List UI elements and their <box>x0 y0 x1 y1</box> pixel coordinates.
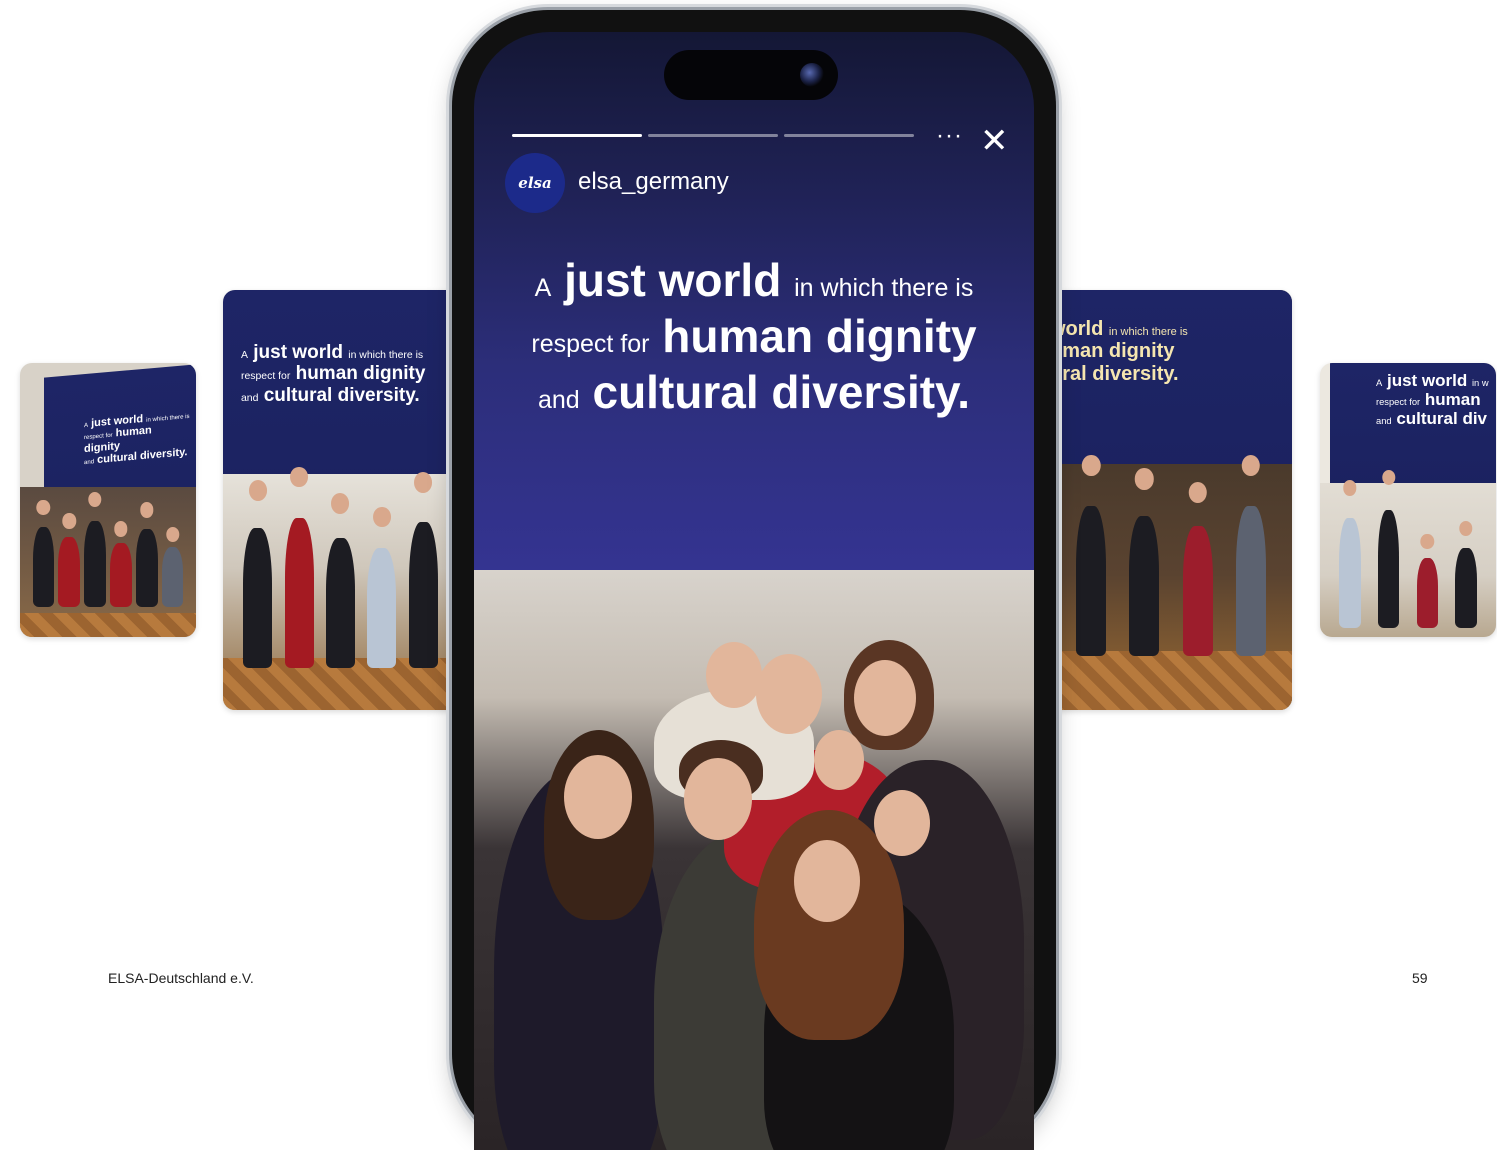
group-people <box>1331 509 1486 628</box>
photo-card-far-left: A just world in which there is respect f… <box>20 363 196 637</box>
phone-mockup: ··· ✕ elsa elsa_germany A just world in … <box>452 10 1056 1150</box>
progress-segment <box>648 134 778 137</box>
group-people <box>237 517 444 668</box>
avatar-logo: elsa <box>518 174 552 192</box>
group-people <box>1065 505 1278 656</box>
parquet-floor <box>1050 650 1292 710</box>
parquet-floor <box>20 613 196 637</box>
slogan-wall: A just world in w respect for human and … <box>1330 363 1496 491</box>
more-options-icon[interactable]: ··· <box>936 122 963 150</box>
photo-card-far-right: A just world in w respect for human and … <box>1320 363 1496 637</box>
photo-card-left: A just world in which there is respect f… <box>223 290 458 710</box>
story-username[interactable]: elsa_germany <box>578 168 729 196</box>
avatar[interactable]: elsa <box>505 153 565 213</box>
group-people <box>474 610 1034 1150</box>
story-group-photo <box>474 570 1034 1150</box>
group-people <box>31 521 186 607</box>
story-headline: A just world in which there is respect f… <box>531 254 977 419</box>
photo-card-right: world in which there is uman dignity ura… <box>1050 290 1292 710</box>
slogan-text: world in which there is uman dignity ura… <box>1050 318 1188 385</box>
slogan-text: A just world in which there is respect f… <box>241 342 426 406</box>
progress-segment <box>784 134 914 137</box>
page-number: 59 <box>1412 970 1428 986</box>
story-screen: ··· ✕ elsa elsa_germany A just world in … <box>474 32 1034 1150</box>
group-photo <box>1320 483 1496 637</box>
slogan-text: A just world in w respect for human and … <box>1376 371 1489 429</box>
dynamic-island <box>664 50 838 100</box>
slogan-text: A just world in which there is respect f… <box>84 412 190 467</box>
group-photo <box>223 474 458 710</box>
group-photo <box>1050 464 1292 710</box>
close-icon[interactable]: ✕ <box>980 124 1009 158</box>
group-photo <box>20 487 196 637</box>
story-progress <box>512 134 914 137</box>
camera-icon <box>800 63 824 87</box>
footer-organization: ELSA-Deutschland e.V. <box>108 970 254 986</box>
progress-segment <box>512 134 642 137</box>
